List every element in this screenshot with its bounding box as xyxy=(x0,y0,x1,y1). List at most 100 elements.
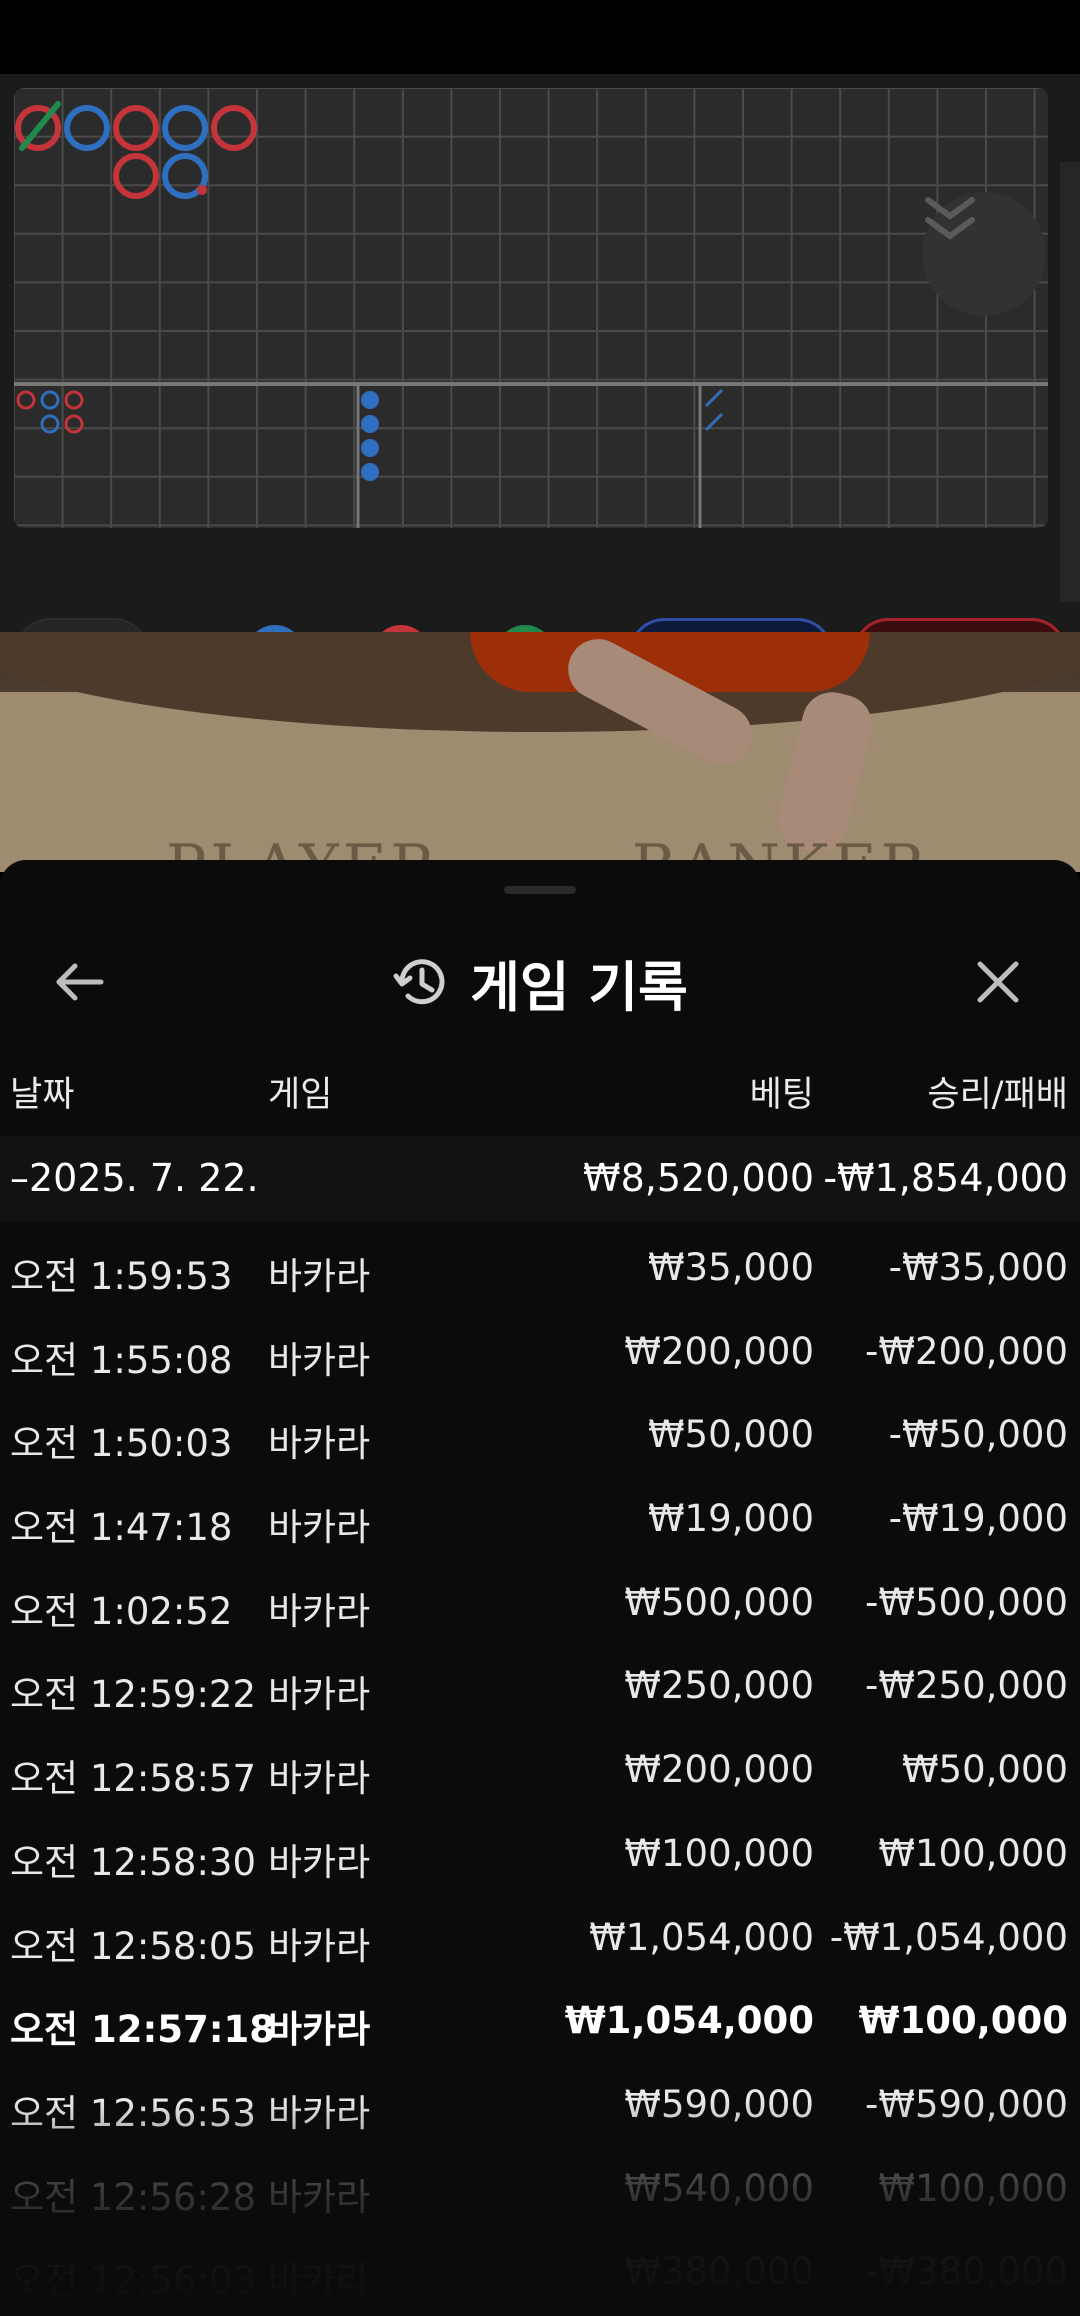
small-road-mark xyxy=(40,390,60,410)
column-date: 날짜 xyxy=(10,1075,75,1115)
row-winloss: -₩35,000 xyxy=(888,1246,1068,1289)
player-mark xyxy=(64,105,110,151)
bead-mark xyxy=(361,439,379,457)
summary-winloss: -₩1,854,000 xyxy=(823,1156,1068,1200)
small-road-mark xyxy=(64,390,84,410)
row-time: 오전 1:47:18 xyxy=(10,1506,233,1550)
row-bet: ₩35,000 xyxy=(647,1246,814,1289)
close-button[interactable] xyxy=(966,950,1030,1014)
app-screen: 0% #8 P 3 B 4 T 1 P xyxy=(0,0,1080,2316)
table-row[interactable]: 오전 12:58:30 바카라 ₩100,000 ₩100,000 xyxy=(0,1808,1080,1892)
summary-bet: ₩8,520,000 xyxy=(583,1156,814,1200)
row-game: 바카라 xyxy=(268,1422,371,1466)
bead-mark xyxy=(361,463,379,481)
table-row[interactable]: 오전 1:47:18 바카라 ₩19,000 -₩19,000 xyxy=(0,1473,1080,1557)
row-winloss: ₩100,000 xyxy=(878,1831,1068,1875)
banker-mark xyxy=(211,105,257,151)
table-row[interactable]: 오전 12:58:05 바카라 ₩1,054,000 -₩1,054,000 xyxy=(0,1892,1080,1976)
row-game: 바카라 xyxy=(268,1840,371,1884)
table-row[interactable]: 오전 12:56:53 바카라 ₩590,000 -₩590,000 xyxy=(0,2059,1080,2143)
table-row[interactable]: 오전 12:56:03 바카라 ₩380,000 -₩380,000 xyxy=(0,2226,1080,2310)
row-time: 오전 1:50:03 xyxy=(10,1422,233,1466)
row-time: 오전 12:58:57 xyxy=(10,1757,257,1801)
row-game: 바카라 xyxy=(268,1338,371,1382)
row-time: 오전 12:56:53 xyxy=(10,2091,257,2135)
row-bet: ₩50,000 xyxy=(647,1413,814,1457)
table-row[interactable]: 오전 1:50:03 바카라 ₩50,000 -₩50,000 xyxy=(0,1389,1080,1473)
summary-date: –2025. 7. 22. xyxy=(10,1156,259,1200)
row-bet: ₩200,000 xyxy=(624,1329,814,1373)
row-winloss: -₩200,000 xyxy=(865,1329,1068,1373)
row-time: 오전 12:56:03 xyxy=(10,2259,257,2303)
row-winloss: ₩50,000 xyxy=(901,1748,1068,1792)
table-row[interactable]: 오전 12:59:22 바카라 ₩250,000 -₩250,000 xyxy=(0,1640,1080,1724)
live-dealer-video: PLAYER BANKER xyxy=(0,632,1080,872)
row-bet: ₩1,054,000 xyxy=(589,1915,814,1959)
row-time: 오전 12:58:30 xyxy=(10,1840,257,1884)
row-game: 바카라 xyxy=(268,2008,371,2052)
row-winloss: -₩1,054,000 xyxy=(829,1915,1068,1959)
bead-mark xyxy=(361,391,379,409)
row-game: 바카라 xyxy=(268,1506,371,1550)
table-row[interactable]: 오전 1:02:52 바카라 ₩500,000 -₩500,000 xyxy=(0,1557,1080,1641)
small-road-mark xyxy=(64,414,84,434)
row-game: 바카라 xyxy=(268,2175,371,2219)
roadmap-panel: 0% #8 P 3 B 4 T 1 P xyxy=(0,74,1080,692)
table-row[interactable]: 오전 1:55:08 바카라 ₩200,000 -₩200,000 xyxy=(0,1306,1080,1390)
small-road-mark xyxy=(40,414,60,434)
next-roadmap-peek xyxy=(1060,162,1080,602)
row-winloss: ₩100,000 xyxy=(878,2166,1068,2210)
column-game: 게임 xyxy=(268,1075,333,1115)
row-winloss: -₩500,000 xyxy=(865,1580,1068,1624)
row-time: 오전 1:02:52 xyxy=(10,1589,233,1633)
table-row[interactable]: 오전 12:56:28 바카라 ₩540,000 ₩100,000 xyxy=(0,2143,1080,2227)
table-row[interactable]: 오전 1:59:53 바카라 ₩35,000 -₩35,000 xyxy=(0,1222,1080,1306)
banker-mark xyxy=(113,105,159,151)
row-game: 바카라 xyxy=(268,1757,371,1801)
row-bet: ₩250,000 xyxy=(624,1664,814,1708)
cockroach-mark xyxy=(704,388,724,408)
sheet-grabber[interactable] xyxy=(504,886,576,894)
row-game: 바카라 xyxy=(268,2091,371,2135)
column-bet: 베팅 xyxy=(749,1075,814,1115)
scoreboard-roadmap[interactable] xyxy=(14,88,1048,528)
table-row[interactable]: 오전 12:58:57 바카라 ₩200,000 ₩50,000 xyxy=(0,1724,1080,1808)
row-winloss: -₩380,000 xyxy=(865,2250,1068,2294)
pair-dot xyxy=(197,185,207,195)
row-time: 오전 12:58:05 xyxy=(10,1924,257,1968)
sheet-title-group: 게임 기록 xyxy=(0,942,1080,1022)
row-time: 오전 1:55:08 xyxy=(10,1338,233,1382)
row-bet: ₩200,000 xyxy=(624,1748,814,1792)
history-icon xyxy=(393,959,445,1005)
row-game: 바카라 xyxy=(268,1589,371,1633)
row-time: 오전 12:56:28 xyxy=(10,2175,257,2219)
row-winloss: ₩100,000 xyxy=(858,1999,1068,2043)
row-game: 바카라 xyxy=(268,2259,371,2303)
game-history-sheet: 게임 기록 날짜 게임 베팅 승리/패배 –2025. 7. 22. ₩8,52… xyxy=(0,860,1080,2316)
small-road-mark xyxy=(16,390,36,410)
column-winloss: 승리/패배 xyxy=(927,1075,1068,1115)
row-winloss: -₩250,000 xyxy=(865,1664,1068,1708)
history-table-header: 날짜 게임 베팅 승리/패배 xyxy=(0,1040,1080,1136)
banker-mark xyxy=(113,153,159,199)
double-chevron-down-icon xyxy=(925,197,975,240)
row-time: 오전 12:59:22 xyxy=(10,1673,257,1717)
player-mark xyxy=(162,105,208,151)
table-row[interactable]: 오전 12:57:18 바카라 ₩1,054,000 ₩100,000 xyxy=(0,1975,1080,2059)
sheet-header: 게임 기록 xyxy=(0,910,1080,1040)
row-winloss: -₩50,000 xyxy=(888,1413,1068,1457)
sheet-title: 게임 기록 xyxy=(470,955,688,1019)
history-rows: 오전 1:59:53 바카라 ₩35,000 -₩35,000 오전 1:55:08 바카… xyxy=(0,1222,1080,2310)
roadmap-grid xyxy=(14,88,1048,528)
row-bet: ₩540,000 xyxy=(624,2166,814,2210)
date-summary-row[interactable]: –2025. 7. 22. ₩8,520,000 -₩1,854,000 xyxy=(0,1136,1080,1222)
row-bet: ₩590,000 xyxy=(624,2082,814,2126)
bead-mark xyxy=(361,415,379,433)
collapse-roadmap-button[interactable] xyxy=(922,192,1046,316)
row-bet: ₩500,000 xyxy=(624,1580,814,1624)
row-bet: ₩19,000 xyxy=(647,1497,814,1541)
row-bet: ₩100,000 xyxy=(624,1831,814,1875)
row-bet: ₩380,000 xyxy=(624,2250,814,2294)
row-bet: ₩1,054,000 xyxy=(564,1999,814,2043)
close-icon xyxy=(977,961,1019,1003)
